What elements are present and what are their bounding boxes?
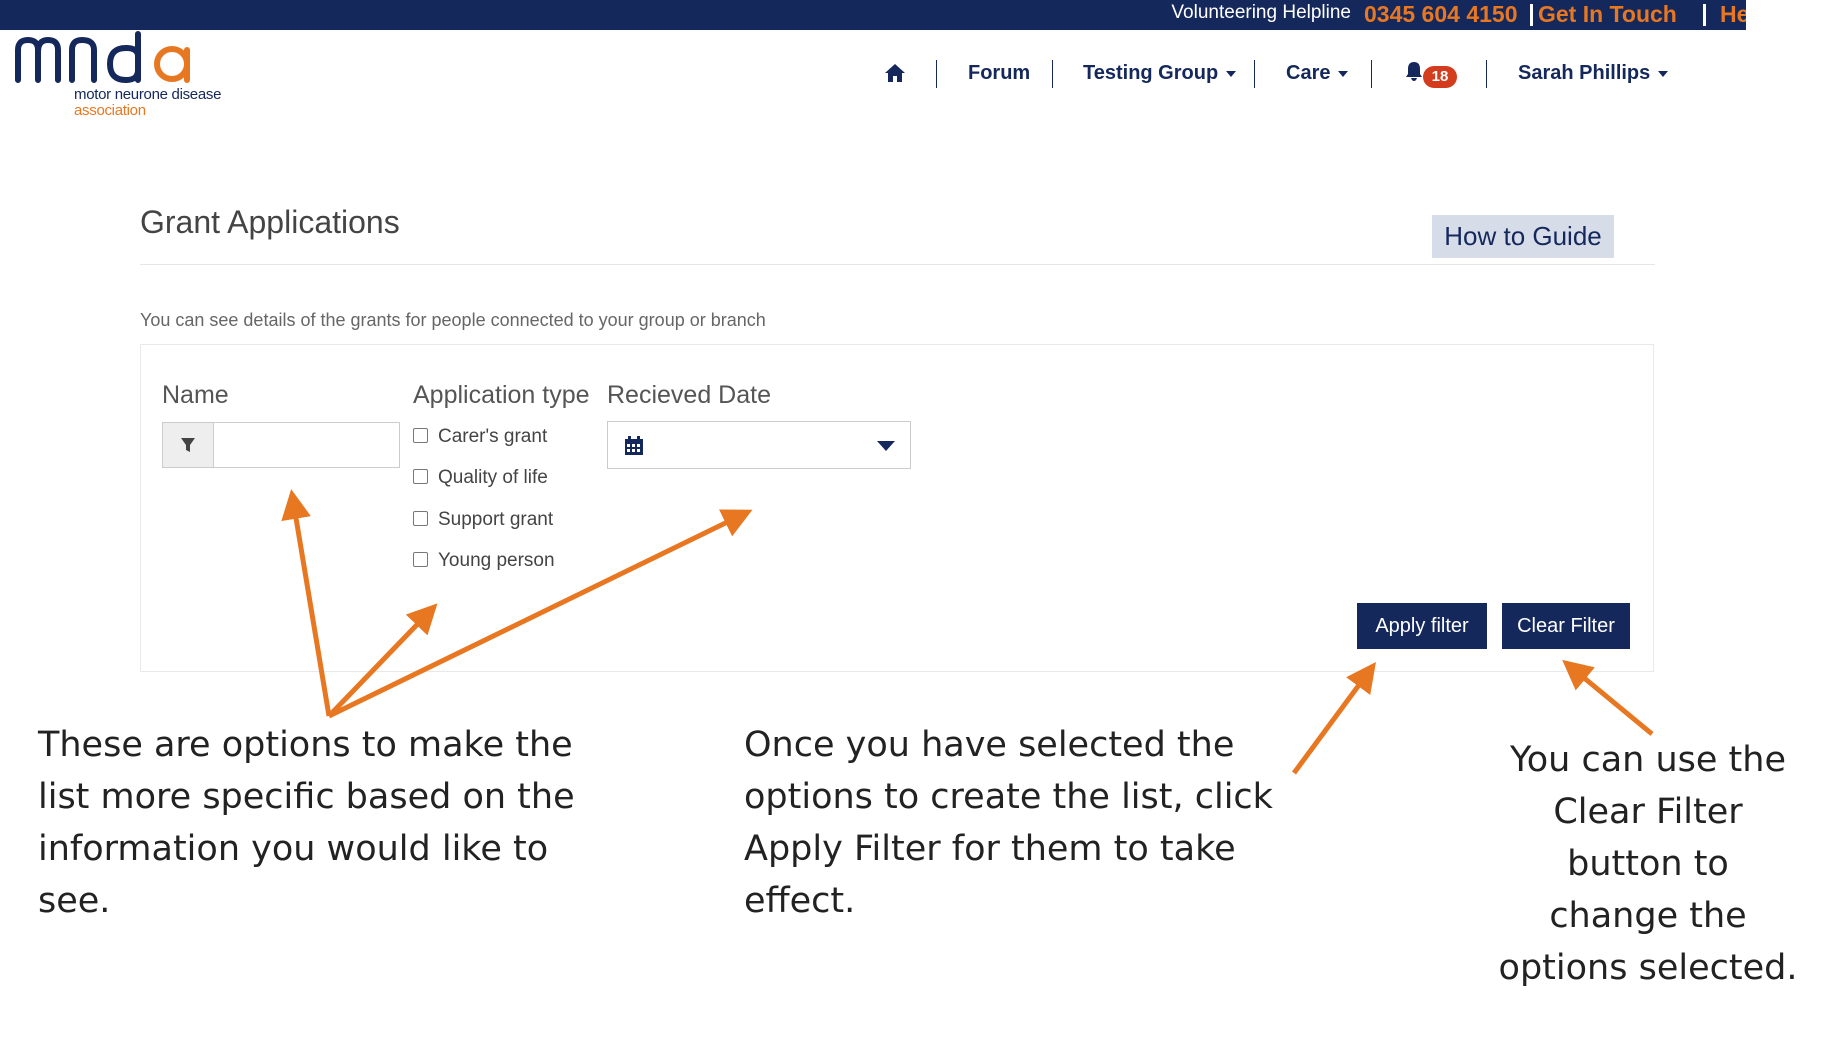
how-to-guide-button[interactable]: How to Guide: [1432, 215, 1614, 258]
checkbox-box[interactable]: [413, 469, 428, 484]
checkbox-label: Young person: [438, 550, 555, 571]
page-subtitle: You can see details of the grants for pe…: [140, 310, 766, 330]
checkbox-box[interactable]: [413, 511, 428, 526]
calendar-icon: [625, 436, 643, 455]
bell-icon[interactable]: [1404, 60, 1424, 88]
filter-icon: [162, 422, 214, 468]
nav-divider: [936, 60, 937, 88]
annotation-note-apply: Once you have selected the options to cr…: [744, 725, 1273, 921]
topbar-divider: [1703, 4, 1706, 26]
checkbox-quality-of-life[interactable]: Quality of life: [413, 467, 548, 489]
checkbox-carers-grant[interactable]: Carer's grant: [413, 426, 547, 448]
nav-divider: [1254, 60, 1255, 88]
nav-divider: [1371, 60, 1372, 88]
nav-testing-group[interactable]: Testing Group: [1083, 62, 1237, 85]
checkbox-box[interactable]: [413, 552, 428, 567]
nav-care-label: Care: [1286, 62, 1331, 84]
chevron-down-icon: [1338, 70, 1349, 77]
checkbox-label: Support grant: [438, 509, 554, 530]
nav-care[interactable]: Care: [1286, 62, 1349, 85]
annotation-note-clear: You can use the Clear Filter button to c…: [1498, 740, 1798, 988]
nav-testing-group-label: Testing Group: [1083, 62, 1219, 84]
home-icon[interactable]: [884, 63, 906, 89]
nav-user-menu[interactable]: Sarah Phillips: [1518, 62, 1669, 85]
arrow-to-clear-filter: [1562, 659, 1654, 736]
top-bar: Volunteering Helpline 0345 604 4150 Get …: [0, 0, 1746, 30]
checkbox-support-grant[interactable]: Support grant: [413, 509, 553, 531]
checkbox-young-person[interactable]: Young person: [413, 550, 555, 572]
chevron-down-icon: [1226, 70, 1237, 77]
checkbox-label: Quality of life: [438, 467, 548, 488]
main-nav: Forum Testing Group Care Sarah Phillips: [0, 58, 1828, 94]
checkbox-box[interactable]: [413, 428, 428, 443]
nav-divider: [1486, 60, 1487, 88]
helpline-phone-link[interactable]: 0345 604 4150: [1364, 1, 1518, 28]
chevron-down-icon: [877, 441, 895, 451]
nav-divider: [1052, 60, 1053, 88]
logo-tagline-association: association: [74, 102, 146, 119]
name-filter-label: Name: [162, 381, 229, 409]
received-date-label: Recieved Date: [607, 381, 771, 409]
chevron-down-icon: [1658, 70, 1669, 77]
checkbox-label: Carer's grant: [438, 426, 548, 447]
notification-count-badge: 18: [1423, 66, 1457, 88]
volunteering-helpline-label: Volunteering Helpline: [1171, 2, 1351, 23]
name-filter-input[interactable]: [214, 422, 400, 468]
annotation-note-filters: These are options to make the list more …: [38, 725, 575, 921]
received-date-select[interactable]: [607, 421, 911, 469]
page-title: Grant Applications: [140, 204, 400, 240]
application-type-label: Application type: [413, 381, 590, 409]
apply-filter-button[interactable]: Apply filter: [1357, 603, 1487, 649]
topbar-divider: [1530, 4, 1533, 26]
clear-filter-button[interactable]: Clear Filter: [1502, 603, 1630, 649]
title-divider: [140, 264, 1655, 265]
help-link[interactable]: He: [1720, 1, 1746, 28]
nav-forum[interactable]: Forum: [968, 62, 1030, 85]
user-name: Sarah Phillips: [1518, 62, 1651, 84]
get-in-touch-link[interactable]: Get In Touch: [1538, 1, 1677, 28]
